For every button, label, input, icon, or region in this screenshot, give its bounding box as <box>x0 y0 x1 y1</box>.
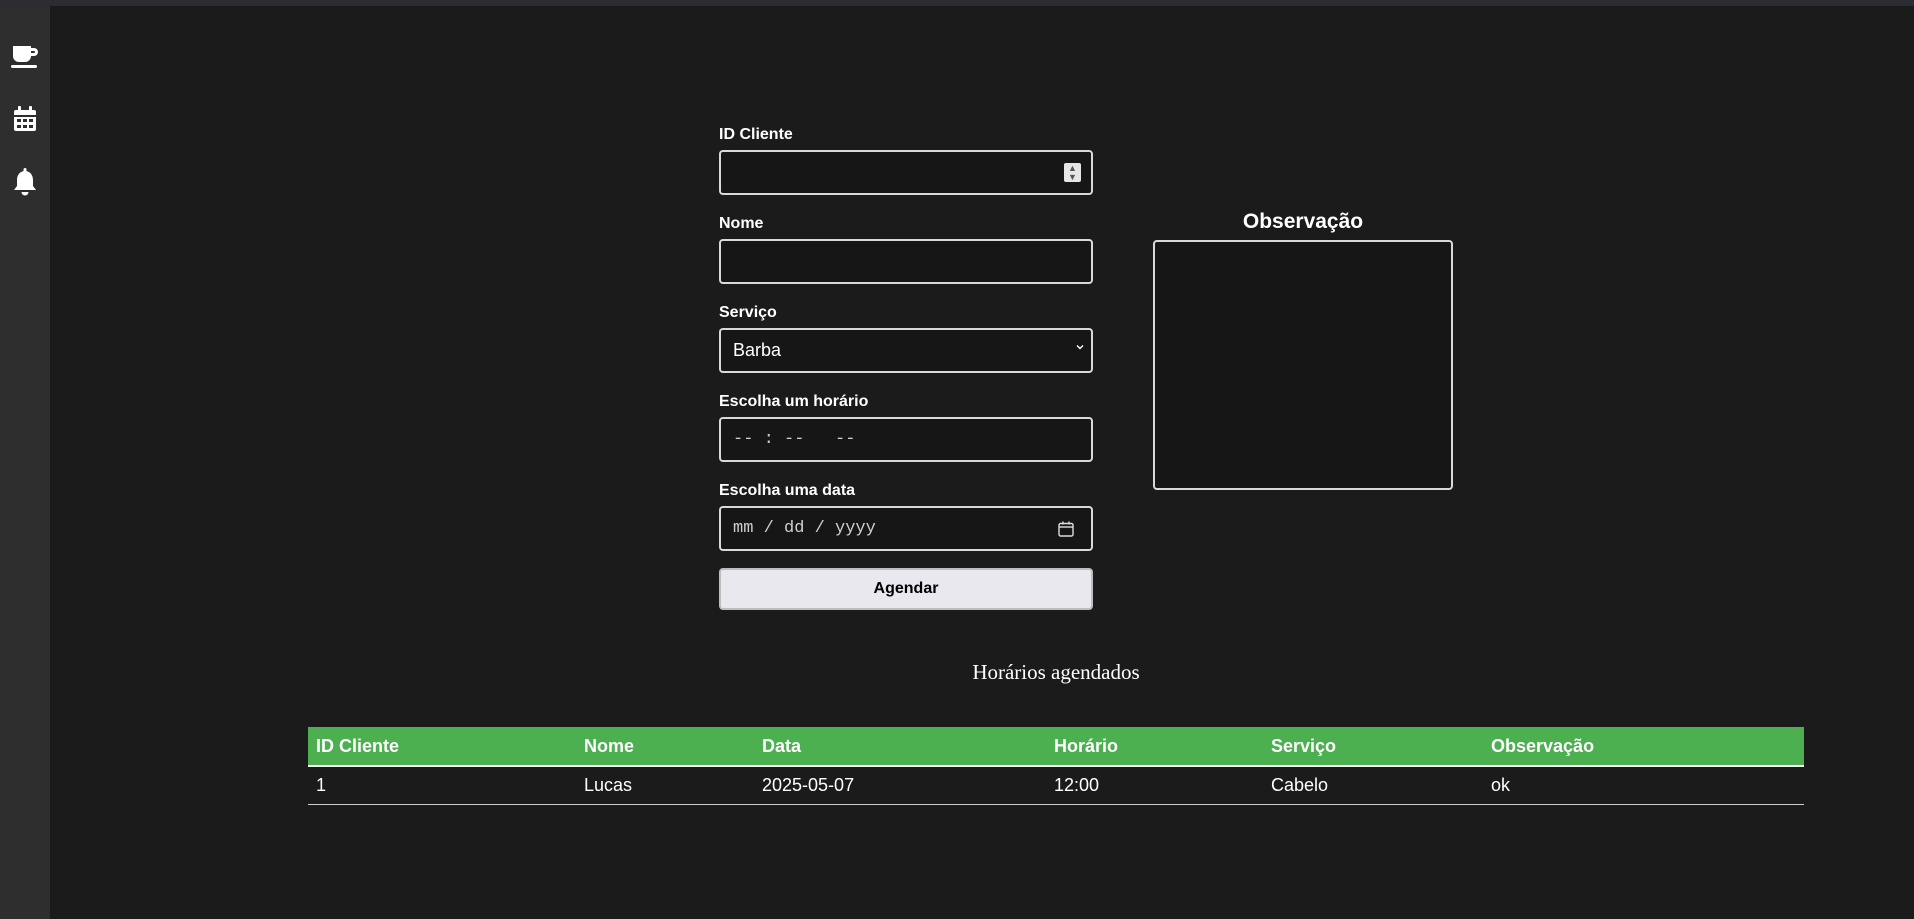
cell-client-id: 1 <box>308 766 576 805</box>
schedule-title: Horários agendados <box>972 660 1140 684</box>
number-spinner-icon[interactable]: ▲ ▼ <box>1064 163 1081 182</box>
sidebar <box>0 6 50 919</box>
cell-date: 2025-05-07 <box>754 766 1046 805</box>
cell-observation: ok <box>1483 766 1804 805</box>
appointment-form: ID Cliente ▲ ▼ Nome Serviço Barba Escolha… <box>719 125 1093 610</box>
name-label: Nome <box>719 215 764 232</box>
service-label: Serviço <box>719 304 777 321</box>
table-header-row: ID Cliente Nome Data Horário Serviço Obs… <box>308 727 1804 767</box>
cell-time: 12:00 <box>1046 766 1263 805</box>
observation-textarea[interactable] <box>1153 240 1453 490</box>
time-placeholder: -- : -- -- <box>733 430 856 449</box>
window-top-bar <box>0 0 1914 6</box>
client-id-input[interactable]: ▲ ▼ <box>719 150 1093 195</box>
bell-icon[interactable] <box>9 166 41 198</box>
column-header-observation: Observação <box>1483 727 1804 767</box>
schedule-table: ID Cliente Nome Data Horário Serviço Obs… <box>308 727 1804 805</box>
observation-title: Observação <box>1242 210 1364 233</box>
client-id-label: ID Cliente <box>719 126 793 143</box>
cell-name: Lucas <box>576 766 754 805</box>
coffee-cup-icon[interactable] <box>9 40 41 72</box>
service-selected-value: Barba <box>733 340 782 360</box>
time-input[interactable]: -- : -- -- <box>719 417 1093 462</box>
name-input[interactable] <box>719 239 1093 284</box>
table-row: 1 Lucas 2025-05-07 12:00 Cabelo ok <box>308 766 1804 805</box>
column-header-date: Data <box>754 727 1046 767</box>
chevron-down-icon <box>1076 345 1084 350</box>
column-header-name: Nome <box>576 727 754 767</box>
date-input[interactable]: mm / dd / yyyy <box>719 506 1093 551</box>
column-header-service: Serviço <box>1263 727 1483 767</box>
date-label: Escolha uma data <box>719 482 856 499</box>
schedule-button[interactable]: Agendar <box>719 568 1093 610</box>
date-placeholder: mm / dd / yyyy <box>733 519 876 538</box>
calendar-icon[interactable] <box>9 103 41 135</box>
service-select[interactable]: Barba <box>719 328 1093 373</box>
time-label: Escolha um horário <box>719 393 869 410</box>
column-header-client-id: ID Cliente <box>308 727 576 767</box>
calendar-picker-icon[interactable] <box>1057 520 1075 538</box>
cell-service: Cabelo <box>1263 766 1483 805</box>
column-header-time: Horário <box>1046 727 1263 767</box>
